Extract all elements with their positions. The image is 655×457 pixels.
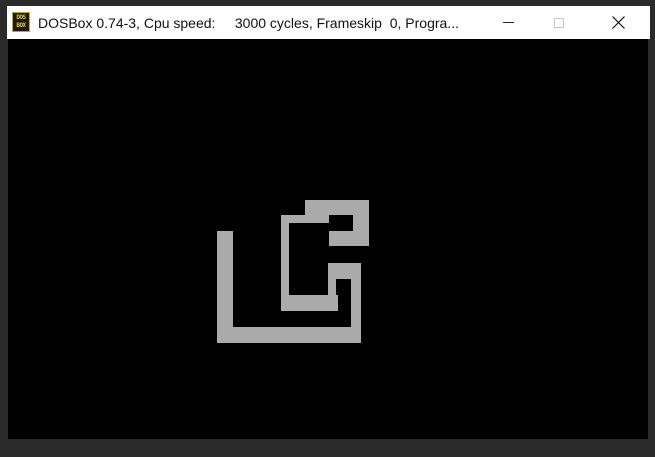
minimize-button[interactable] bbox=[485, 6, 531, 39]
dosbox-icon[interactable]: DOS BOX bbox=[12, 12, 30, 32]
dosbox-window: DOS BOX DOSBox 0.74-3, Cpu speed: 3000 c… bbox=[0, 0, 655, 457]
icon-text-dos: DOS bbox=[16, 14, 26, 21]
cursor-tick bbox=[225, 243, 233, 245]
snake-drawing bbox=[217, 200, 369, 343]
window-title: DOSBox 0.74-3, Cpu speed: 3000 cycles, F… bbox=[38, 15, 459, 31]
maximize-button[interactable] bbox=[536, 6, 582, 39]
icon-text-box: BOX bbox=[16, 22, 26, 29]
dos-screen[interactable] bbox=[8, 39, 648, 439]
minimize-icon bbox=[502, 22, 514, 23]
snake-inner-cut bbox=[289, 223, 329, 295]
close-icon bbox=[611, 16, 625, 29]
close-button[interactable] bbox=[595, 6, 641, 39]
title-bar[interactable]: DOS BOX DOSBox 0.74-3, Cpu speed: 3000 c… bbox=[7, 6, 650, 39]
maximize-icon bbox=[554, 17, 564, 28]
